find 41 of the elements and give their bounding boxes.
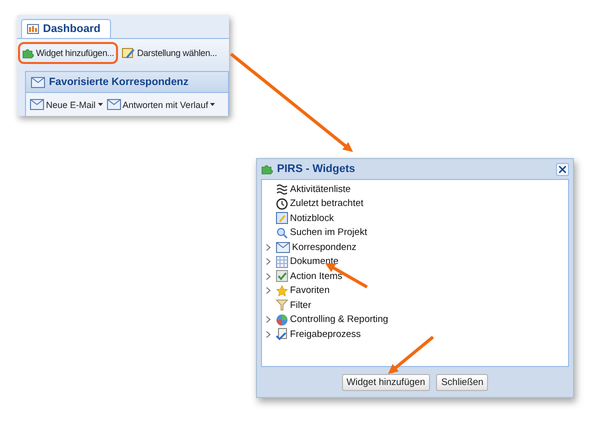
document-check-icon — [276, 328, 288, 340]
tree-item[interactable]: Notizblock — [290, 212, 334, 224]
checkmark-icon — [276, 270, 288, 282]
close-icon — [559, 166, 566, 172]
tree-item[interactable]: Korrespondenz — [292, 242, 356, 253]
notepad-icon — [276, 212, 288, 224]
caret-icon — [98, 103, 103, 106]
caret-icon — [210, 103, 216, 106]
puzzle-icon — [22, 47, 34, 59]
layout-pencil-icon — [122, 47, 136, 59]
puzzle-icon — [261, 163, 273, 175]
split-button[interactable]: Antworten mit Verlauf — [106, 99, 216, 110]
envelope-icon — [30, 99, 44, 110]
tree-item[interactable]: Dokumente — [290, 256, 339, 268]
funnel-icon — [276, 299, 288, 312]
toolbar-button[interactable]: Darstellung wählen... — [118, 42, 221, 64]
dashboard-tab[interactable]: Dashboard — [21, 19, 112, 38]
dialog-button[interactable]: Widget hinzufügen — [342, 374, 430, 391]
star-icon — [276, 284, 288, 297]
pie-chart-icon — [276, 314, 288, 326]
tree-item[interactable]: Zuletzt betrachtet — [290, 198, 364, 210]
magnifier-icon — [276, 226, 288, 239]
tree-item[interactable]: Freigabeprozess — [290, 328, 361, 340]
dialog-button[interactable]: Schließen — [436, 374, 488, 391]
history-clock-icon — [276, 198, 288, 210]
tree-item[interactable]: Filter — [290, 300, 312, 311]
tree-item[interactable]: Action Items — [290, 270, 342, 282]
envelope-icon — [276, 242, 290, 253]
wave-lines-icon — [276, 184, 288, 195]
tree-item[interactable]: Suchen im Projekt — [290, 227, 368, 238]
tree-item[interactable]: Aktivitätenliste — [290, 184, 351, 195]
split-button[interactable]: Neue E-Mail — [30, 99, 103, 110]
arrow — [388, 336, 434, 374]
tree-item[interactable]: Controlling & Reporting — [290, 314, 388, 326]
envelope-icon — [106, 99, 121, 110]
dialog-title: PIRS - Widgets — [277, 163, 356, 175]
toolbar-button[interactable]: Widget hinzufügen... — [18, 42, 118, 64]
table-icon — [276, 256, 288, 268]
close-button[interactable] — [556, 162, 569, 176]
tree-item[interactable]: Favoriten — [290, 285, 330, 296]
panel-title: Favorisierte Korrespondenz — [49, 76, 188, 88]
